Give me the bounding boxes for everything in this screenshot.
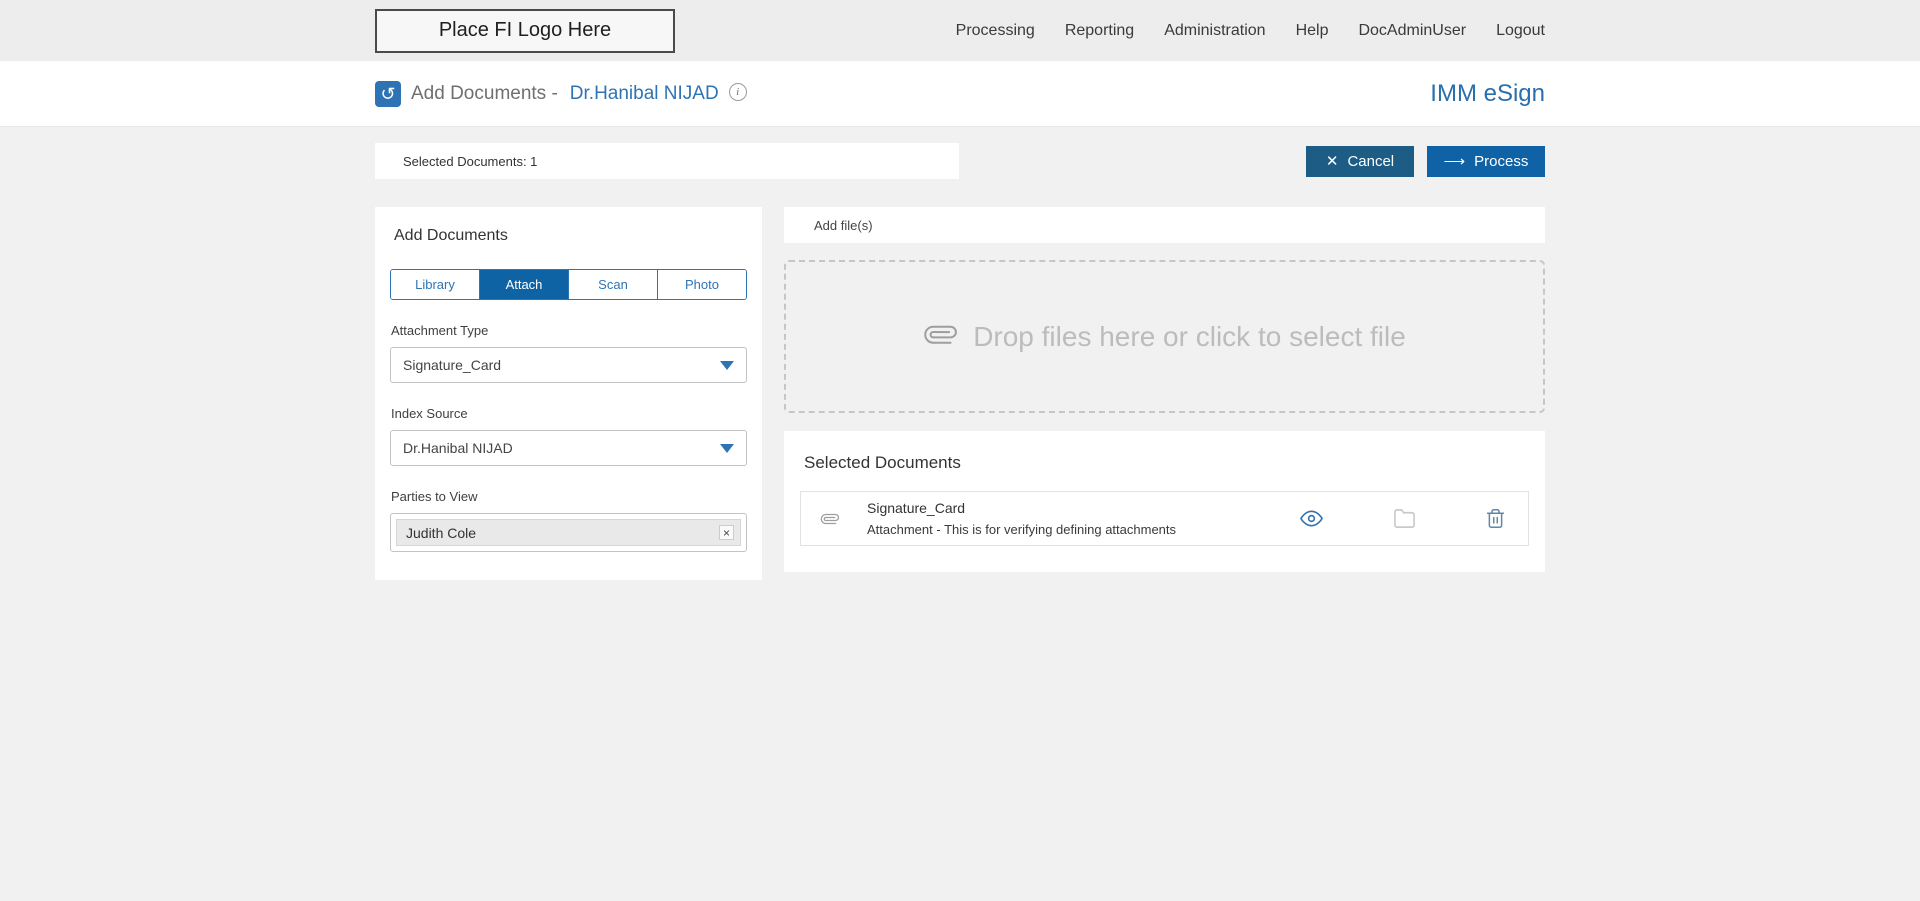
chevron-down-icon [720,361,734,370]
preview-eye-icon[interactable] [1300,507,1323,530]
tab-attach[interactable]: Attach [479,270,568,299]
paperclip-icon [815,504,845,534]
main-content: Selected Documents: 1 ✕ Cancel ⟶ Process… [0,127,1920,901]
paperclip-icon [912,309,966,363]
files-column: Add file(s) Drop files here or click to … [784,207,1545,572]
customer-name-link[interactable]: Dr.Hanibal NIJAD [570,83,719,105]
cancel-button[interactable]: ✕ Cancel [1306,146,1414,177]
parties-to-view-label: Parties to View [391,489,747,504]
attachment-type-value: Signature_Card [403,357,501,373]
nav-administration[interactable]: Administration [1164,22,1265,40]
page-header: ↺ Add Documents - Dr.Hanibal NIJAD i IMM… [0,61,1920,127]
delete-trash-icon[interactable] [1485,507,1506,530]
folder-icon[interactable] [1393,507,1416,530]
selected-documents-count: Selected Documents: 1 [375,143,959,179]
selected-documents-title: Selected Documents [804,453,1529,473]
dropzone-text: Drop files here or click to select file [973,321,1406,353]
toolbar-buttons: ✕ Cancel ⟶ Process [1306,146,1545,177]
process-button-label: Process [1474,153,1528,170]
nav-help[interactable]: Help [1296,22,1329,40]
arrow-right-icon: ⟶ [1444,154,1466,169]
parties-to-view-input[interactable]: Judith Cole × [390,513,747,552]
index-source-value: Dr.Hanibal NIJAD [403,440,513,456]
topbar: Place FI Logo Here Processing Reporting … [0,0,1920,61]
document-description: Attachment - This is for verifying defin… [867,522,1176,537]
index-source-label: Index Source [391,406,747,421]
fi-logo-text: Place FI Logo Here [439,19,611,42]
document-row: Signature_Card Attachment - This is for … [800,491,1529,546]
tab-scan[interactable]: Scan [568,270,657,299]
party-chip: Judith Cole × [396,519,741,546]
file-dropzone[interactable]: Drop files here or click to select file [784,260,1545,413]
index-source-select[interactable]: Dr.Hanibal NIJAD [390,430,747,466]
tab-photo[interactable]: Photo [657,270,746,299]
info-icon[interactable]: i [729,83,747,101]
history-icon: ↺ [375,81,401,107]
toolbar-row: Selected Documents: 1 ✕ Cancel ⟶ Process [375,143,1545,179]
attachment-type-label: Attachment Type [391,323,747,338]
attachment-type-select[interactable]: Signature_Card [390,347,747,383]
nav-docadminuser[interactable]: DocAdminUser [1358,22,1466,40]
selected-documents-card: Selected Documents Signature_Card Attach… [784,431,1545,572]
remove-party-icon[interactable]: × [719,525,734,540]
source-tabs: Library Attach Scan Photo [390,269,747,300]
nav-logout[interactable]: Logout [1496,22,1545,40]
document-name: Signature_Card [867,500,1176,516]
document-actions [1300,507,1514,530]
page-title: Add Documents - [411,83,558,105]
add-documents-panel: Add Documents Library Attach Scan Photo … [375,207,762,580]
nav-reporting[interactable]: Reporting [1065,22,1134,40]
x-icon: ✕ [1326,154,1339,169]
fi-logo-placeholder: Place FI Logo Here [375,9,675,53]
header-title-group: ↺ Add Documents - Dr.Hanibal NIJAD i [375,81,747,107]
cancel-button-label: Cancel [1347,153,1394,170]
tab-library[interactable]: Library [391,270,479,299]
party-chip-label: Judith Cole [406,525,476,541]
document-info: Signature_Card Attachment - This is for … [867,500,1176,537]
add-files-bar: Add file(s) [784,207,1545,243]
chevron-down-icon [720,444,734,453]
top-navigation: Processing Reporting Administration Help… [956,22,1545,40]
brand-imm-esign: IMM eSign [1430,80,1545,108]
add-documents-panel-title: Add Documents [394,227,747,245]
process-button[interactable]: ⟶ Process [1427,146,1545,177]
nav-processing[interactable]: Processing [956,22,1035,40]
